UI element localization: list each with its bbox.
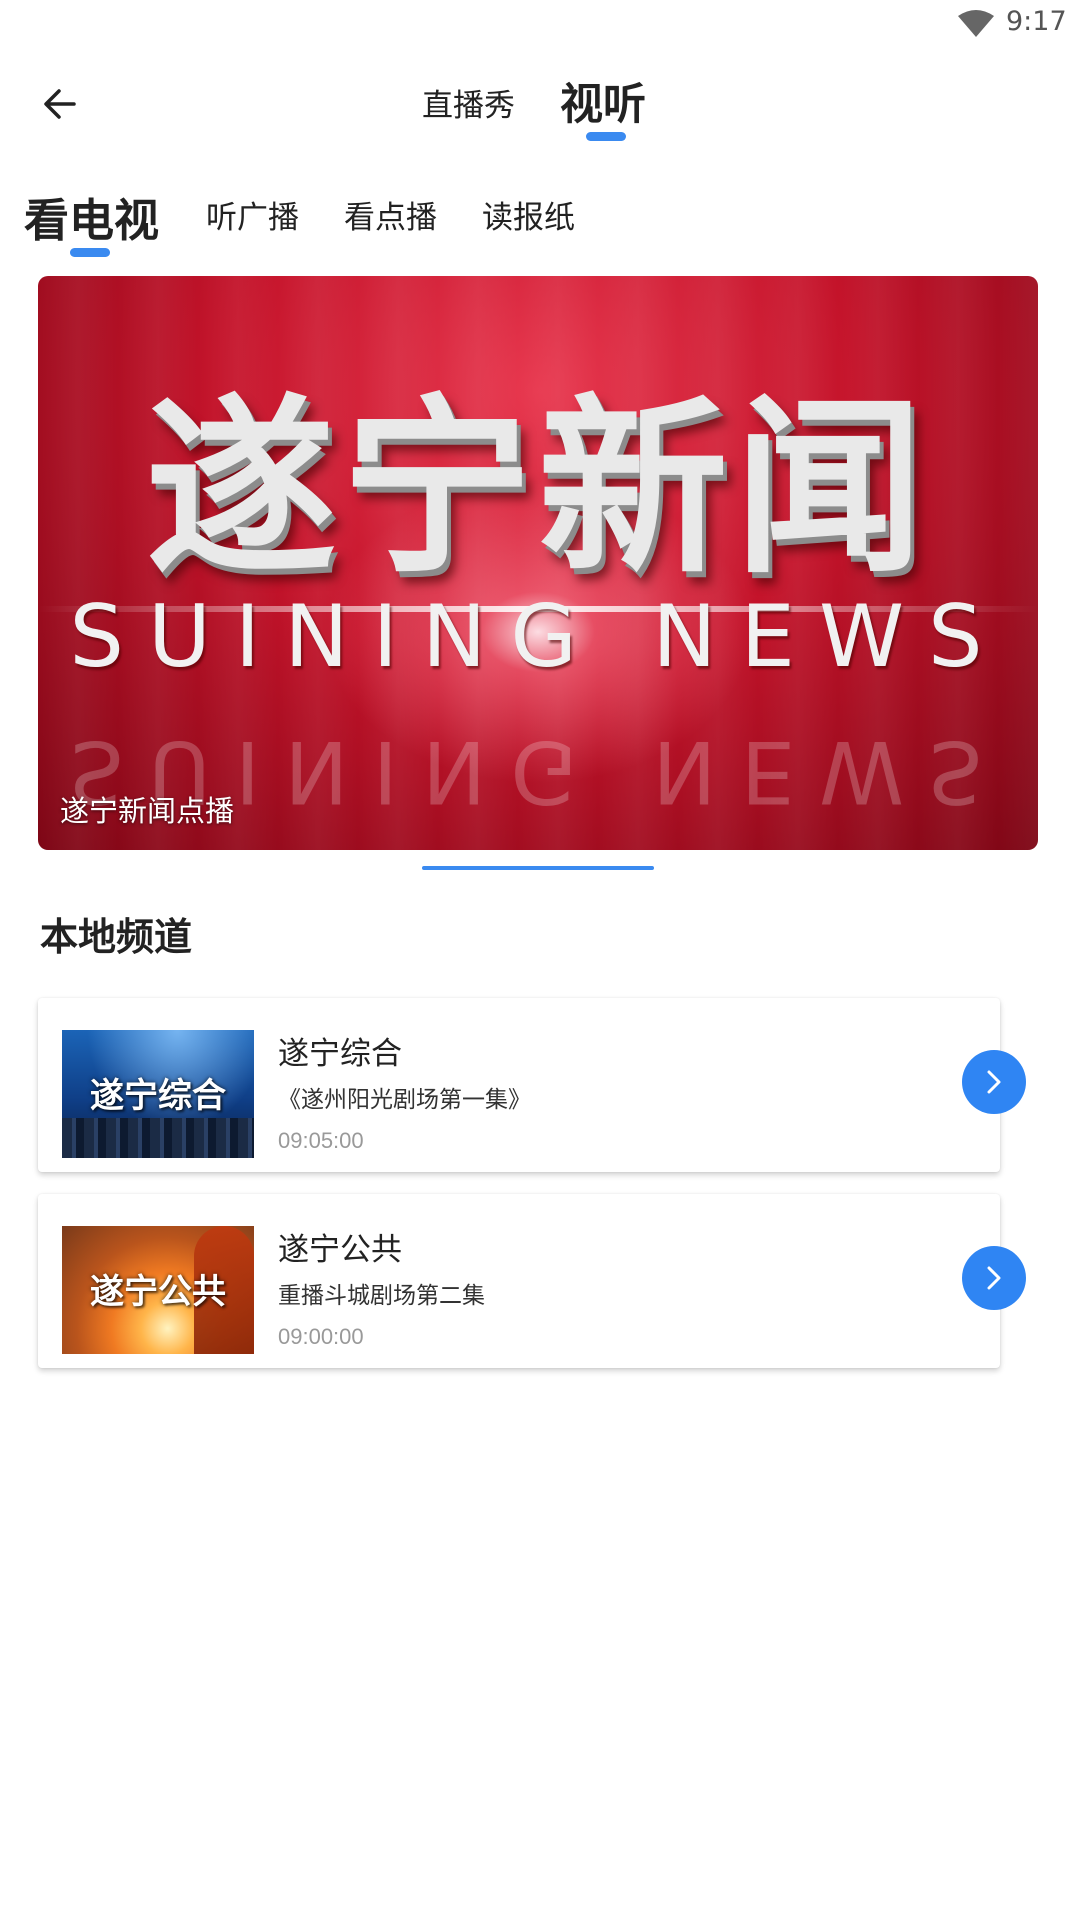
channel-time: 09:00:00 [278, 1324, 364, 1349]
thumbnail-cityscape [62, 1118, 254, 1158]
status-time: 9:17 [1006, 6, 1067, 37]
banner-caption: 遂宁新闻点播 [60, 794, 235, 828]
sub-tab-indicator [70, 248, 110, 257]
channel-program: 《遂州阳光剧场第一集》 [278, 1087, 531, 1113]
sub-tab-watch-tv[interactable]: 看电视 [24, 184, 159, 249]
back-arrow-icon[interactable] [38, 82, 82, 126]
channel-card[interactable]: 遂宁公共 遂宁公共 重播斗城剧场第二集 09:00:00 [38, 1194, 1000, 1368]
thumbnail-label: 遂宁综合 [90, 1076, 226, 1116]
sub-tab-bar: 看电视 听广播 看点播 读报纸 [0, 170, 1080, 260]
channel-card[interactable]: 遂宁综合 遂宁综合 《遂州阳光剧场第一集》 09:05:00 [38, 998, 1000, 1172]
channel-open-button[interactable] [962, 1050, 1026, 1114]
channel-name: 遂宁公共 [278, 1232, 402, 1268]
tab-audio-video[interactable]: 视听 [560, 70, 646, 132]
sub-tab-on-demand[interactable]: 看点播 [344, 192, 437, 237]
carousel-indicator [422, 866, 654, 870]
chevron-right-icon [987, 1070, 1001, 1094]
tab-live-show[interactable]: 直播秀 [422, 80, 515, 125]
sub-tab-radio[interactable]: 听广播 [206, 192, 299, 237]
channel-time: 09:05:00 [278, 1128, 364, 1153]
sub-tab-newspaper[interactable]: 读报纸 [482, 192, 575, 237]
section-title: 本地频道 [40, 915, 193, 959]
top-header: 直播秀 视听 [0, 48, 1080, 144]
channel-thumbnail: 遂宁综合 [62, 1030, 254, 1158]
banner-logo-english: SUINING NEWS [69, 587, 1007, 687]
banner-carousel-slide[interactable]: 遂宁新闻 SUINING NEWS SUINING NEWS 遂宁新闻点播 [38, 276, 1038, 850]
status-bar: 9:17 [0, 0, 1080, 48]
thumbnail-label: 遂宁公共 [90, 1272, 226, 1312]
wifi-icon [958, 10, 994, 37]
channel-name: 遂宁综合 [278, 1036, 402, 1072]
channel-program: 重播斗城剧场第二集 [278, 1283, 485, 1309]
chevron-right-icon [987, 1266, 1001, 1290]
banner-logo-chinese: 遂宁新闻 [145, 378, 930, 599]
app-screen: 9:17 直播秀 视听 看电视 听广播 看点播 读报纸 遂宁新闻 SUINING… [0, 0, 1080, 1920]
channel-thumbnail: 遂宁公共 [62, 1226, 254, 1354]
channel-open-button[interactable] [962, 1246, 1026, 1310]
top-tab-indicator [586, 132, 626, 141]
